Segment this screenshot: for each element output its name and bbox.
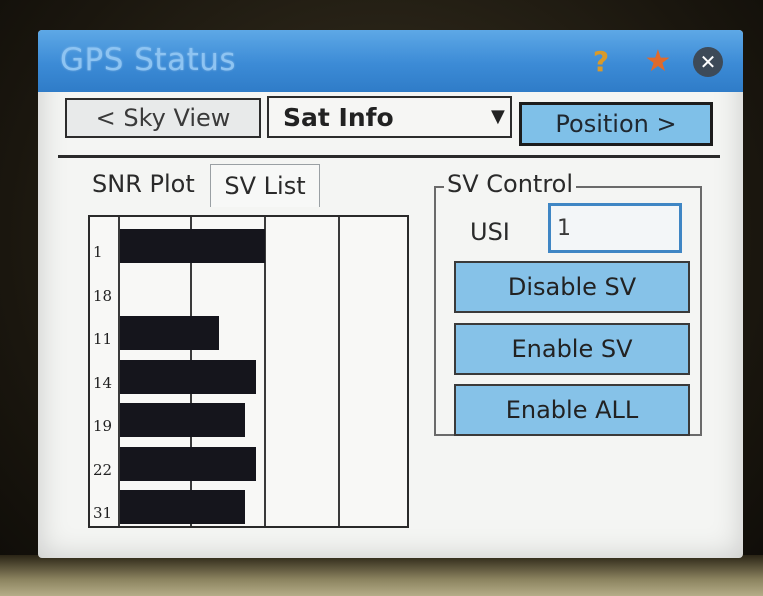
sv-id-label: 14 <box>93 373 113 392</box>
sv-id-label: 31 <box>93 504 113 522</box>
snr-row: 14 <box>90 358 407 402</box>
sv-id-label: 18 <box>93 286 113 305</box>
device-bezel-bottom <box>0 555 763 596</box>
sv-id-label: 19 <box>93 417 113 435</box>
snr-plot: 1 18 11 14 19 22 31 <box>88 215 409 528</box>
snr-row: 18 <box>90 271 407 315</box>
close-icon[interactable]: ✕ <box>693 47 723 77</box>
snr-bar <box>120 316 219 350</box>
device-screen: GPS Status ? ★ ✕ < Sky View Sat Info ▼ P… <box>38 30 743 558</box>
snr-bar <box>120 446 256 481</box>
snr-row: 1 <box>90 227 407 271</box>
usi-input[interactable] <box>548 203 682 253</box>
sv-control-title: SV Control <box>444 170 577 198</box>
enable-sv-button[interactable]: Enable SV <box>454 323 690 375</box>
tab-sv-list[interactable]: SV List <box>210 164 320 207</box>
view-select-value: Sat Info <box>283 103 394 132</box>
help-icon[interactable]: ? <box>584 44 618 78</box>
sv-control-group: SV Control USI Disable SV Enable SV Enab… <box>434 170 702 436</box>
snr-row: 19 <box>90 401 407 445</box>
snr-bar <box>120 490 245 524</box>
snr-bar <box>120 359 256 394</box>
tab-snr-plot[interactable]: SNR Plot <box>92 170 195 198</box>
title-bar: GPS Status ? ★ ✕ <box>38 30 743 92</box>
snr-row: 22 <box>90 445 407 489</box>
sv-id-label: 11 <box>93 330 113 348</box>
star-icon[interactable]: ★ <box>641 44 675 79</box>
view-select[interactable]: Sat Info ▼ <box>267 96 512 138</box>
enable-all-button[interactable]: Enable ALL <box>454 384 690 436</box>
chevron-down-icon[interactable]: ▼ <box>491 106 505 127</box>
window-title: GPS Status <box>60 42 237 78</box>
position-button[interactable]: Position > <box>519 102 713 146</box>
sv-id-label: 1 <box>93 243 103 261</box>
snr-row: 31 <box>90 488 407 532</box>
snr-row: 11 <box>90 314 407 358</box>
toolbar-separator <box>58 155 720 158</box>
usi-label: USI <box>470 218 510 246</box>
sky-view-button[interactable]: < Sky View <box>65 98 261 138</box>
sv-id-label: 22 <box>93 460 113 479</box>
snr-bar <box>120 403 245 437</box>
snr-bar <box>120 229 265 263</box>
disable-sv-button[interactable]: Disable SV <box>454 261 690 313</box>
